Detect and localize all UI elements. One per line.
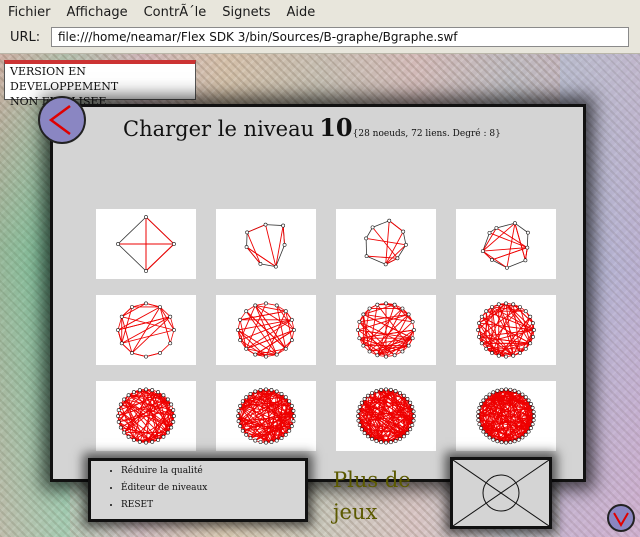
envelope-icon — [452, 459, 550, 527]
graph-preview — [356, 387, 416, 445]
level-thumbnail[interactable] — [216, 209, 316, 279]
menu-fichier[interactable]: Fichier — [0, 5, 59, 20]
level-thumbnail[interactable] — [336, 295, 436, 365]
level-thumbnail[interactable] — [336, 381, 436, 451]
back-button[interactable] — [38, 96, 86, 144]
graph-preview — [356, 301, 416, 359]
level-thumbnail[interactable] — [456, 381, 556, 451]
more-games-line-2: jeux — [333, 500, 378, 524]
level-thumbnail[interactable] — [456, 295, 556, 365]
graph-preview — [476, 301, 536, 359]
graph-preview — [476, 387, 536, 445]
graph-preview — [244, 222, 287, 269]
graph-preview — [116, 301, 176, 359]
url-bar: URL: — [0, 24, 640, 54]
graph-preview — [236, 301, 296, 359]
menu-signets[interactable]: Signets — [214, 5, 278, 20]
more-games-line-1: Plus de — [333, 468, 411, 492]
graph-preview — [364, 218, 408, 267]
option-level-editor[interactable]: Éditeur de niveaux — [121, 480, 305, 497]
chevron-left-icon — [48, 104, 71, 136]
graph-preview — [480, 221, 530, 270]
graph-preview — [116, 215, 176, 273]
level-thumbnail[interactable] — [216, 295, 316, 365]
menu-controle[interactable]: ContrÃ´le — [136, 5, 215, 20]
option-reset[interactable]: RESET — [121, 497, 305, 514]
panel-title: Charger le niveau 10{28 noeuds, 72 liens… — [123, 113, 501, 142]
level-thumbnail[interactable] — [96, 295, 196, 365]
level-thumbnail[interactable] — [456, 209, 556, 279]
level-thumbnail[interactable] — [96, 381, 196, 451]
scroll-down-button[interactable] — [607, 504, 635, 532]
url-label: URL: — [10, 30, 41, 45]
title-prefix: Charger le niveau — [123, 117, 315, 141]
level-thumbnail[interactable] — [336, 209, 436, 279]
flash-stage: VERSION EN DEVELOPPEMENT NON FINALISEE C… — [0, 54, 640, 537]
level-number: 10 — [319, 113, 353, 142]
menu-bar: Fichier Affichage ContrÃ´le Signets Aide — [0, 0, 640, 24]
level-info: {28 noeuds, 72 liens. Degré : 8} — [352, 129, 501, 139]
menu-affichage[interactable]: Affichage — [59, 5, 136, 20]
more-games-link[interactable]: Plus de jeux — [333, 464, 411, 528]
contact-button[interactable] — [450, 457, 552, 529]
level-thumbnail[interactable] — [96, 209, 196, 279]
options-menu: Réduire la qualité Éditeur de niveaux RE… — [88, 458, 308, 522]
option-reduce-quality[interactable]: Réduire la qualité — [121, 463, 305, 480]
menu-aide[interactable]: Aide — [279, 5, 324, 20]
level-panel: Charger le niveau 10{28 noeuds, 72 liens… — [50, 104, 586, 529]
level-thumbnail[interactable] — [216, 381, 316, 451]
graph-preview — [236, 387, 296, 445]
version-badge: VERSION EN DEVELOPPEMENT NON FINALISEE — [4, 60, 196, 108]
version-line-1: VERSION EN DEVELOPPEMENT — [10, 65, 119, 93]
graph-preview — [116, 387, 176, 445]
url-input[interactable] — [51, 27, 629, 47]
chevron-down-icon — [613, 512, 629, 527]
